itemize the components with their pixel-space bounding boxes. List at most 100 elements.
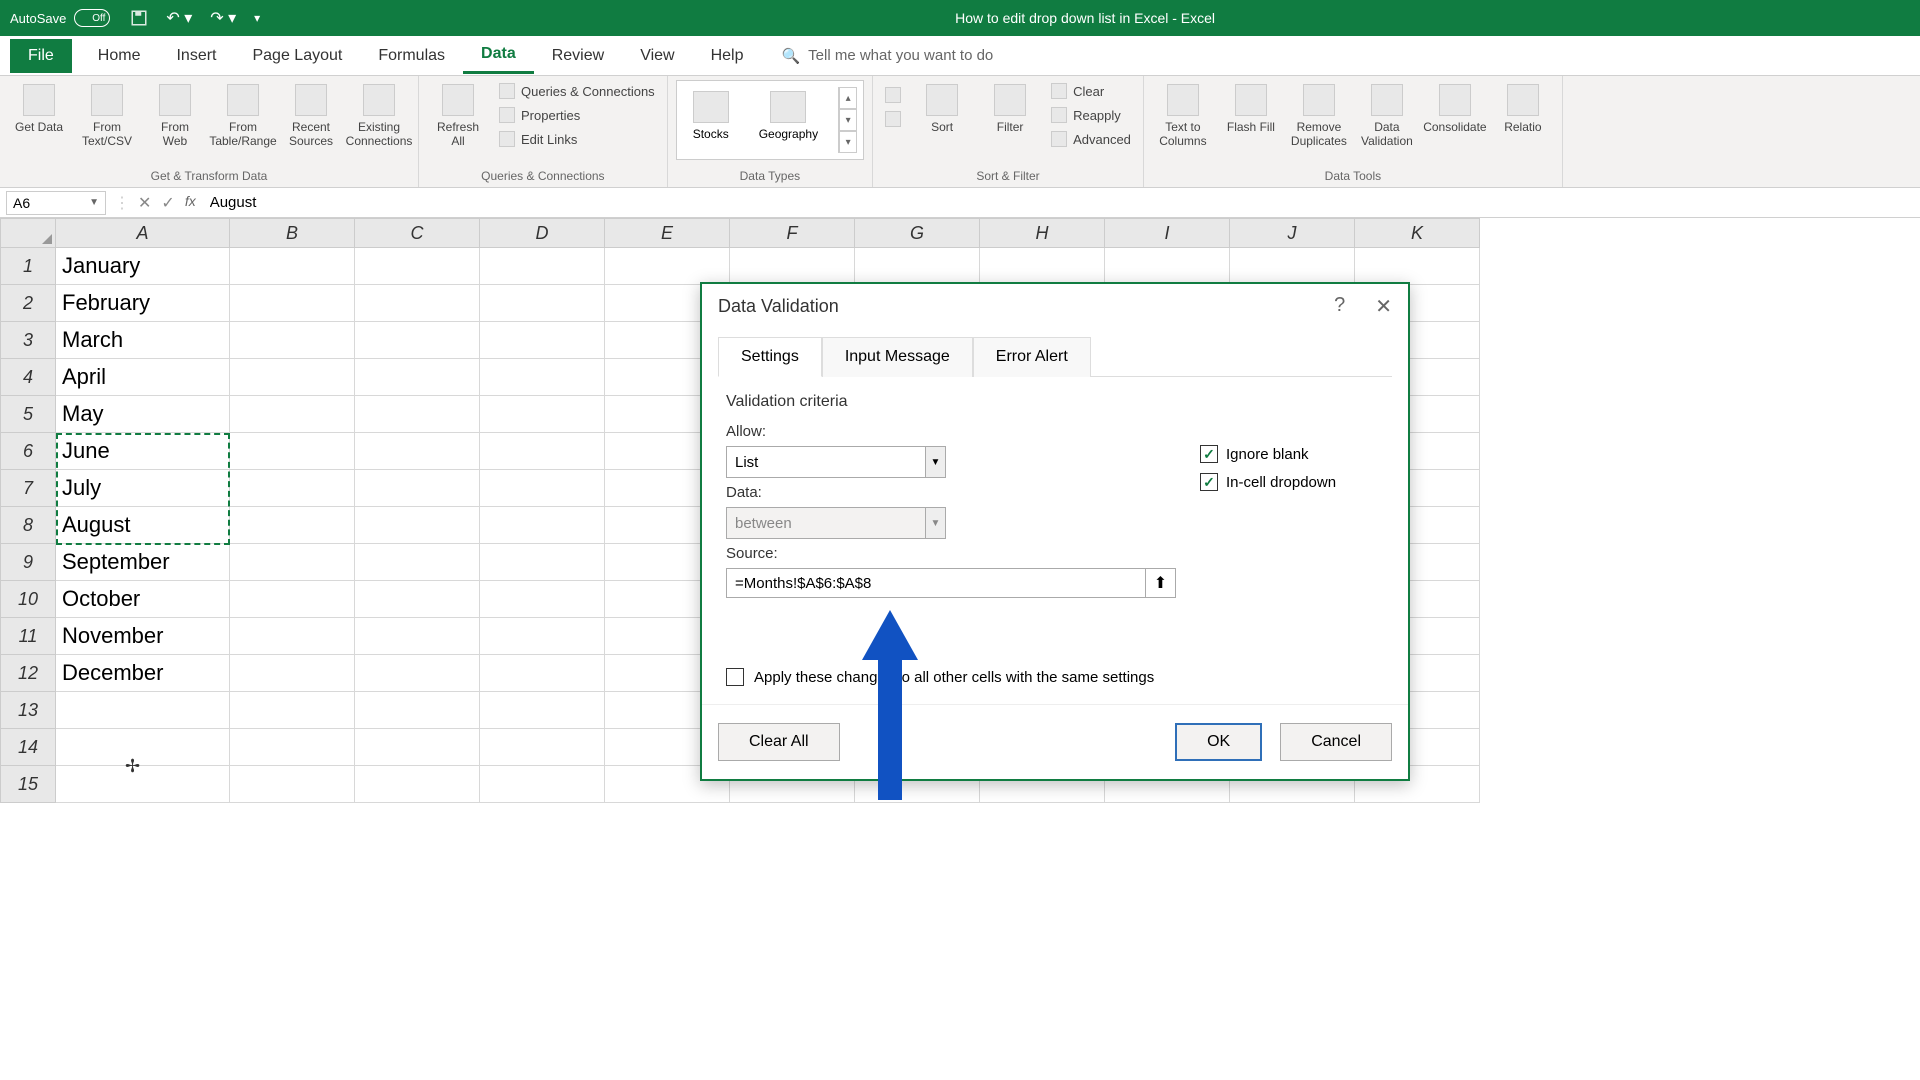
advanced-button[interactable]: Advanced bbox=[1047, 128, 1135, 150]
row-header[interactable]: 2 bbox=[0, 285, 56, 322]
cell[interactable]: September bbox=[56, 544, 230, 581]
source-label: Source: bbox=[726, 545, 1176, 562]
help-icon[interactable]: ? bbox=[1334, 294, 1345, 319]
autosave-toggle[interactable]: AutoSave Off bbox=[10, 9, 110, 27]
row-header[interactable]: 3 bbox=[0, 322, 56, 359]
cell[interactable]: February bbox=[56, 285, 230, 322]
col-header[interactable]: A bbox=[56, 218, 230, 248]
cell[interactable]: December bbox=[56, 655, 230, 692]
tab-settings[interactable]: Settings bbox=[718, 337, 822, 377]
refresh-all-button[interactable]: Refresh All bbox=[427, 80, 489, 152]
sort-za-button[interactable] bbox=[881, 108, 905, 130]
queries-button[interactable]: Queries & Connections bbox=[495, 80, 659, 102]
col-header[interactable]: C bbox=[355, 218, 480, 248]
tab-help[interactable]: Help bbox=[693, 39, 762, 73]
row-header[interactable]: 15 bbox=[0, 766, 56, 803]
clear-all-button[interactable]: Clear All bbox=[718, 723, 840, 761]
source-input[interactable] bbox=[726, 568, 1146, 598]
data-types-gallery[interactable]: Stocks Geography ▴▾▾ bbox=[676, 80, 864, 160]
data-validation-button[interactable]: Data Validation bbox=[1356, 80, 1418, 152]
select-all-corner[interactable] bbox=[0, 218, 56, 248]
allow-label: Allow: bbox=[726, 423, 1176, 440]
apply-all-checkbox[interactable]: Apply these changes to all other cells w… bbox=[726, 668, 1384, 686]
row-header[interactable]: 6 bbox=[0, 433, 56, 470]
row-header[interactable]: 12 bbox=[0, 655, 56, 692]
row-header[interactable]: 13 bbox=[0, 692, 56, 729]
tab-view[interactable]: View bbox=[622, 39, 692, 73]
fx-icon[interactable]: fx bbox=[185, 193, 196, 213]
formula-input[interactable] bbox=[204, 192, 1914, 213]
cell[interactable]: June bbox=[56, 433, 230, 470]
row-header[interactable]: 14 bbox=[0, 729, 56, 766]
tab-insert[interactable]: Insert bbox=[158, 39, 234, 73]
close-icon[interactable]: ✕ bbox=[1375, 294, 1392, 319]
cell[interactable]: April bbox=[56, 359, 230, 396]
cancel-formula-icon[interactable]: ✕ bbox=[138, 193, 151, 213]
from-csv-button[interactable]: From Text/CSV bbox=[76, 80, 138, 152]
row-header[interactable]: 5 bbox=[0, 396, 56, 433]
recent-sources-button[interactable]: Recent Sources bbox=[280, 80, 342, 152]
tab-error-alert[interactable]: Error Alert bbox=[973, 337, 1091, 377]
get-data-button[interactable]: Get Data bbox=[8, 80, 70, 138]
col-header[interactable]: I bbox=[1105, 218, 1230, 248]
row-header[interactable]: 10 bbox=[0, 581, 56, 618]
row-header[interactable]: 1 bbox=[0, 248, 56, 285]
cell[interactable]: November bbox=[56, 618, 230, 655]
tab-data[interactable]: Data bbox=[463, 37, 534, 74]
row-header[interactable]: 9 bbox=[0, 544, 56, 581]
name-box[interactable]: A6▼ bbox=[6, 191, 106, 215]
from-table-button[interactable]: From Table/Range bbox=[212, 80, 274, 152]
col-header[interactable]: G bbox=[855, 218, 980, 248]
clear-filter-button[interactable]: Clear bbox=[1047, 80, 1135, 102]
sort-az-button[interactable] bbox=[881, 84, 905, 106]
undo-icon[interactable]: ↶ ▾ bbox=[166, 8, 192, 28]
col-header[interactable]: J bbox=[1230, 218, 1355, 248]
tell-me-search[interactable]: 🔍 Tell me what you want to do bbox=[781, 47, 993, 65]
incell-dropdown-checkbox[interactable]: ✓In-cell dropdown bbox=[1200, 473, 1336, 491]
from-web-button[interactable]: From Web bbox=[144, 80, 206, 152]
row-header[interactable]: 7 bbox=[0, 470, 56, 507]
col-header[interactable]: D bbox=[480, 218, 605, 248]
cell[interactable]: July bbox=[56, 470, 230, 507]
accept-formula-icon[interactable]: ✓ bbox=[161, 193, 174, 213]
cell[interactable]: March bbox=[56, 322, 230, 359]
row-header[interactable]: 8 bbox=[0, 507, 56, 544]
row-header[interactable]: 11 bbox=[0, 618, 56, 655]
cell[interactable]: August bbox=[56, 507, 230, 544]
sort-button[interactable]: Sort bbox=[911, 80, 973, 138]
relationships-button[interactable]: Relatio bbox=[1492, 80, 1554, 138]
cell[interactable]: January bbox=[56, 248, 230, 285]
ok-button[interactable]: OK bbox=[1175, 723, 1262, 761]
tab-file[interactable]: File bbox=[10, 39, 72, 73]
group-label: Get & Transform Data bbox=[8, 167, 410, 185]
col-header[interactable]: E bbox=[605, 218, 730, 248]
text-to-columns-button[interactable]: Text to Columns bbox=[1152, 80, 1214, 152]
redo-icon[interactable]: ↷ ▾ bbox=[210, 8, 236, 28]
tab-home[interactable]: Home bbox=[80, 39, 159, 73]
cell[interactable]: May bbox=[56, 396, 230, 433]
col-header[interactable]: H bbox=[980, 218, 1105, 248]
edit-links-button[interactable]: Edit Links bbox=[495, 128, 659, 150]
ignore-blank-checkbox[interactable]: ✓Ignore blank bbox=[1200, 445, 1336, 463]
tab-review[interactable]: Review bbox=[534, 39, 622, 73]
row-header[interactable]: 4 bbox=[0, 359, 56, 396]
flash-fill-button[interactable]: Flash Fill bbox=[1220, 80, 1282, 138]
remove-duplicates-button[interactable]: Remove Duplicates bbox=[1288, 80, 1350, 152]
cancel-button[interactable]: Cancel bbox=[1280, 723, 1392, 761]
consolidate-button[interactable]: Consolidate bbox=[1424, 80, 1486, 138]
existing-conn-button[interactable]: Existing Connections bbox=[348, 80, 410, 152]
range-picker-icon[interactable]: ⬆ bbox=[1146, 568, 1176, 598]
save-icon[interactable] bbox=[130, 9, 148, 27]
col-header[interactable]: B bbox=[230, 218, 355, 248]
cell[interactable]: October bbox=[56, 581, 230, 618]
reapply-button[interactable]: Reapply bbox=[1047, 104, 1135, 126]
allow-select[interactable]: List▼ bbox=[726, 446, 946, 478]
tab-input-message[interactable]: Input Message bbox=[822, 337, 973, 377]
col-header[interactable]: K bbox=[1355, 218, 1480, 248]
col-header[interactable]: F bbox=[730, 218, 855, 248]
tab-pagelayout[interactable]: Page Layout bbox=[234, 39, 360, 73]
tab-formulas[interactable]: Formulas bbox=[360, 39, 463, 73]
filter-button[interactable]: Filter bbox=[979, 80, 1041, 138]
properties-button[interactable]: Properties bbox=[495, 104, 659, 126]
annotation-arrow-icon bbox=[862, 610, 918, 800]
